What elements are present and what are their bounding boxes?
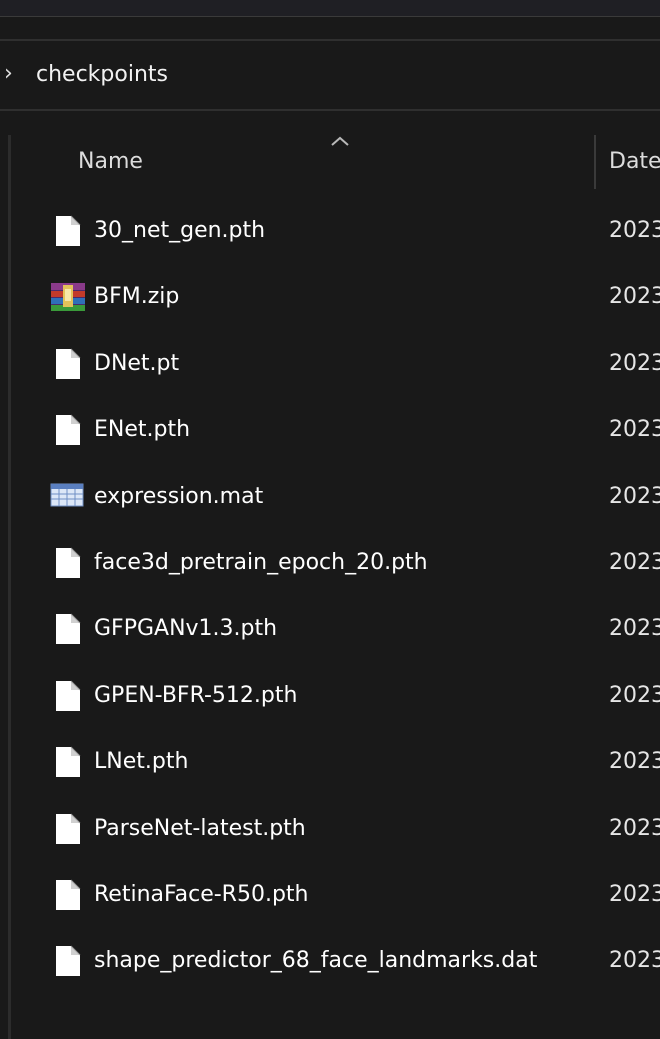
file-name[interactable]: face3d_pretrain_epoch_20.pth <box>94 547 428 579</box>
file-name[interactable]: ENet.pth <box>94 414 190 446</box>
file-row[interactable]: shape_predictor_68_face_landmarks.dat 202… <box>12 928 660 994</box>
file-name[interactable]: LNet.pth <box>94 746 188 778</box>
file-list-pane: Name Date 30_net_gen.pth 2023 BFM.zip 2023 D… <box>0 111 660 1039</box>
file-date-modified: 2023 <box>609 815 660 841</box>
file-date-modified: 2023 <box>609 483 660 509</box>
file-row[interactable]: DNet.pt 2023 <box>12 331 660 397</box>
file-row[interactable]: BFM.zip 2023 <box>12 264 660 330</box>
file-row[interactable]: LNet.pth 2023 <box>12 729 660 795</box>
navigation-pane-divider[interactable] <box>8 135 11 1039</box>
generic-file-icon <box>52 613 84 645</box>
generic-file-icon <box>52 879 84 911</box>
file-name[interactable]: BFM.zip <box>94 281 179 313</box>
generic-file-icon <box>52 547 84 579</box>
file-date-modified: 2023 <box>609 218 660 243</box>
file-row[interactable]: expression.mat 2023 <box>12 464 660 530</box>
toolbar-strip <box>0 17 660 41</box>
file-date-modified: 2023 <box>609 616 660 642</box>
file-name[interactable]: GPEN-BFR-512.pth <box>94 680 297 712</box>
file-row[interactable]: ParseNet-latest.pth 2023 <box>12 796 660 862</box>
file-row[interactable]: face3d_pretrain_epoch_20.pth 2023 <box>12 530 660 596</box>
file-name[interactable]: GFPGANv1.3.pth <box>94 613 277 645</box>
breadcrumb-chevron-icon[interactable]: › <box>4 63 18 85</box>
window-top-strip <box>0 0 660 17</box>
column-header-date[interactable]: Date <box>609 146 660 178</box>
column-header-row: Name Date <box>12 111 660 195</box>
winrar-archive-icon <box>50 281 85 313</box>
file-name[interactable]: 30_net_gen.pth <box>94 215 265 247</box>
spreadsheet-icon <box>50 481 84 513</box>
file-row[interactable]: 30_net_gen.pth 2023 <box>12 198 660 264</box>
generic-file-icon <box>52 813 84 845</box>
generic-file-icon <box>52 414 84 446</box>
generic-file-icon <box>52 215 84 247</box>
generic-file-icon <box>52 348 84 380</box>
generic-file-icon <box>52 945 84 977</box>
file-date-modified: 2023 <box>609 682 660 708</box>
file-date-modified: 2023 <box>609 417 660 443</box>
generic-file-icon <box>52 746 84 778</box>
file-date-modified: 2023 <box>609 350 660 376</box>
file-row[interactable]: GFPGANv1.3.pth 2023 <box>12 596 660 662</box>
file-date-modified: 2023 <box>609 749 660 775</box>
file-name[interactable]: expression.mat <box>94 481 263 513</box>
file-row[interactable]: ENet.pth 2023 <box>12 397 660 463</box>
sort-ascending-caret-icon <box>328 133 352 147</box>
breadcrumb-folder-checkpoints[interactable]: checkpoints <box>36 60 168 90</box>
file-name[interactable]: RetinaFace-R50.pth <box>94 879 309 911</box>
file-name[interactable]: ParseNet-latest.pth <box>94 813 306 845</box>
file-date-modified: 2023 <box>609 882 660 907</box>
column-resize-handle[interactable] <box>594 135 596 189</box>
generic-file-icon <box>52 680 84 712</box>
file-name[interactable]: DNet.pt <box>94 348 179 380</box>
file-date-modified: 2023 <box>609 550 660 575</box>
file-name[interactable]: shape_predictor_68_face_landmarks.dat <box>94 945 537 977</box>
file-date-modified: 2023 <box>609 948 660 974</box>
file-date-modified: 2023 <box>609 284 660 310</box>
column-header-name[interactable]: Name <box>78 146 143 178</box>
address-bar[interactable]: › checkpoints <box>0 41 660 111</box>
file-row[interactable]: RetinaFace-R50.pth 2023 <box>12 862 660 928</box>
file-row[interactable]: GPEN-BFR-512.pth 2023 <box>12 663 660 729</box>
